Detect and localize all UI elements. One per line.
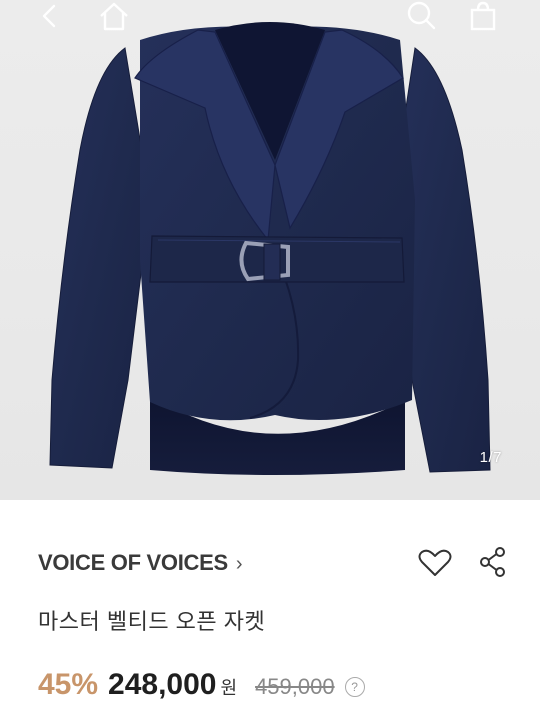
back-icon[interactable] xyxy=(34,0,68,32)
currency-unit: 원 xyxy=(220,678,238,698)
brand-name: VOICE OF VOICES xyxy=(38,550,228,575)
price-info-icon[interactable]: ? xyxy=(344,677,365,697)
product-image xyxy=(49,22,491,475)
brand-link[interactable]: VOICE OF VOICES › xyxy=(38,550,243,576)
product-image-gallery[interactable]: 1/7 xyxy=(0,0,540,500)
sale-price: 248,000 xyxy=(108,668,217,701)
home-icon[interactable] xyxy=(96,0,130,32)
chevron-right-icon: › xyxy=(235,553,243,575)
top-navigation-bar xyxy=(0,0,540,40)
discount-rate: 45% xyxy=(38,668,99,701)
original-price: 459,000 xyxy=(255,674,335,699)
cart-icon[interactable] xyxy=(466,0,500,32)
brand-row: VOICE OF VOICES › xyxy=(38,546,508,578)
product-title: 마스터 벨티드 오픈 자켓 xyxy=(38,609,266,634)
search-icon[interactable] xyxy=(404,0,438,32)
share-icon[interactable] xyxy=(478,546,508,583)
heart-icon[interactable] xyxy=(418,548,452,583)
price-row: 45% 248,000 원 459,000? xyxy=(38,668,518,708)
image-counter: 1/7 xyxy=(479,449,502,466)
